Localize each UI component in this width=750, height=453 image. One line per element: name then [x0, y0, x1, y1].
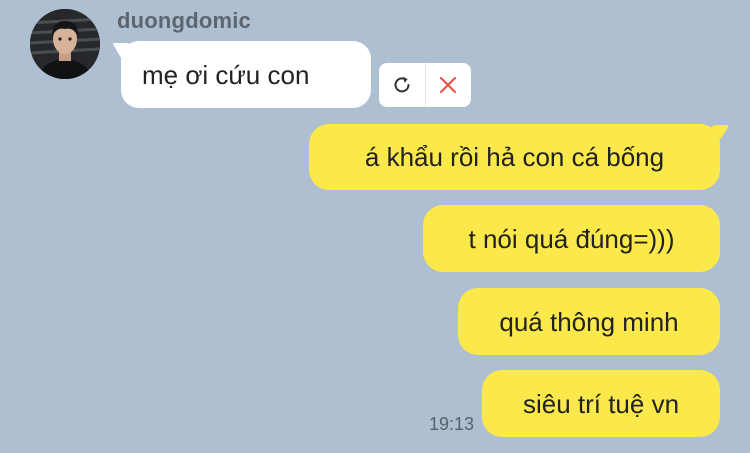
- sender-avatar[interactable]: [30, 9, 100, 79]
- incoming-message-text: mẹ ơi cứu con: [142, 59, 310, 90]
- delete-message-button[interactable]: [424, 63, 472, 107]
- outgoing-message-text: siêu trí tuệ vn: [522, 388, 680, 419]
- outgoing-message-bubble[interactable]: quá thông minh: [458, 288, 720, 355]
- outgoing-message-text: t nói quá đúng=))): [468, 223, 675, 254]
- refresh-icon: [394, 76, 410, 93]
- message-timestamp: 19:13: [429, 414, 475, 434]
- avatar-image: [30, 9, 100, 79]
- sender-name: duongdomic: [117, 8, 251, 33]
- outgoing-message-bubble[interactable]: t nói quá đúng=))): [423, 205, 720, 272]
- outgoing-message-bubble[interactable]: siêu trí tuệ vn: [482, 370, 720, 437]
- outgoing-message-text: á khẩu rồi hả con cá bống: [364, 142, 665, 172]
- incoming-message-bubble[interactable]: mẹ ơi cứu con: [121, 41, 371, 108]
- retry-send-button[interactable]: [379, 63, 425, 107]
- outgoing-message-text: quá thông minh: [499, 306, 679, 337]
- failed-message-actions: [379, 63, 471, 107]
- outgoing-message-bubble[interactable]: á khẩu rồi hả con cá bống: [309, 124, 720, 190]
- close-icon: [440, 76, 457, 94]
